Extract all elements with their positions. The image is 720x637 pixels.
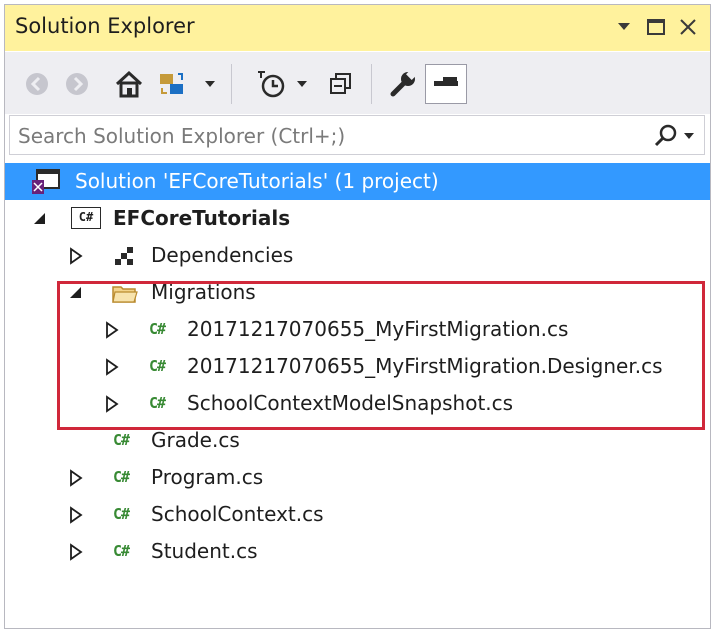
file-label: SchoolContext.cs <box>151 502 324 526</box>
window-title: Solution Explorer <box>15 14 195 38</box>
tree-item-file-student[interactable]: C# Student.cs <box>5 533 710 570</box>
switch-views-dropdown[interactable] <box>201 66 219 102</box>
window-position-dropdown-button[interactable] <box>613 11 635 43</box>
preview-selected-items-toggle[interactable] <box>425 64 467 104</box>
tree-item-dependencies[interactable]: Dependencies <box>5 237 710 274</box>
dependencies-label: Dependencies <box>151 243 294 267</box>
maximize-icon <box>647 19 665 35</box>
forward-button[interactable] <box>59 66 95 102</box>
back-button[interactable] <box>19 66 55 102</box>
tree-item-file-program[interactable]: C# Program.cs <box>5 459 710 496</box>
expanded-arrow-icon[interactable] <box>33 210 49 228</box>
clock-filter-icon <box>258 71 285 98</box>
csharp-project-icon: C# <box>71 207 101 229</box>
back-arrow-icon <box>26 73 48 95</box>
collapse-all-icon <box>330 73 351 94</box>
wrench-icon <box>390 70 416 97</box>
tree-item-file-schoolcontext[interactable]: C# SchoolContext.cs <box>5 496 710 533</box>
caret-down-icon <box>618 23 630 30</box>
file-label: Program.cs <box>151 465 264 489</box>
search-icon <box>654 124 677 147</box>
caret-down-icon <box>684 132 694 139</box>
filter-dropdown[interactable] <box>293 66 311 102</box>
pending-changes-filter-button[interactable] <box>253 66 289 102</box>
csharp-file-icon: C# <box>113 542 130 560</box>
forward-arrow-icon <box>66 73 88 95</box>
home-icon <box>115 70 143 98</box>
collapsed-arrow-icon[interactable] <box>69 469 85 487</box>
collapsed-arrow-icon[interactable] <box>69 247 85 265</box>
csharp-file-icon: C# <box>113 468 130 486</box>
search-options-button[interactable] <box>652 122 696 150</box>
file-label: Student.cs <box>151 539 258 563</box>
solution-explorer-window: Solution Explorer Search Solution Explor… <box>4 4 711 629</box>
switch-views-icon <box>160 73 183 94</box>
tree-item-project[interactable]: C# EFCoreTutorials <box>5 200 710 237</box>
csharp-file-icon: C# <box>113 505 130 523</box>
close-icon <box>680 19 696 35</box>
file-label: Grade.cs <box>151 428 240 452</box>
caret-down-icon <box>205 80 215 87</box>
switch-views-button[interactable] <box>157 66 187 102</box>
collapsed-arrow-icon[interactable] <box>69 543 85 561</box>
home-button[interactable] <box>111 66 147 102</box>
migrations-highlight-box <box>57 281 705 430</box>
collapse-all-button[interactable] <box>323 66 359 102</box>
toolbar <box>5 52 710 114</box>
search-box <box>9 115 705 155</box>
maximize-button[interactable] <box>643 11 669 43</box>
csharp-file-icon: C# <box>113 431 130 449</box>
tree-item-solution[interactable]: Solution 'EFCoreTutorials' (1 project) <box>5 163 710 200</box>
preview-pin-icon <box>434 77 458 86</box>
project-label: EFCoreTutorials <box>113 206 291 230</box>
close-button[interactable] <box>675 11 701 43</box>
dependencies-icon <box>115 247 133 265</box>
toolbar-separator <box>371 64 372 104</box>
solution-icon <box>32 169 60 194</box>
properties-button[interactable] <box>385 66 421 102</box>
title-bar: Solution Explorer <box>5 5 710 51</box>
toolbar-separator <box>231 64 232 104</box>
solution-label: Solution 'EFCoreTutorials' (1 project) <box>75 169 439 193</box>
caret-down-icon <box>297 80 307 87</box>
search-input[interactable] <box>16 120 640 152</box>
collapsed-arrow-icon[interactable] <box>69 506 85 524</box>
